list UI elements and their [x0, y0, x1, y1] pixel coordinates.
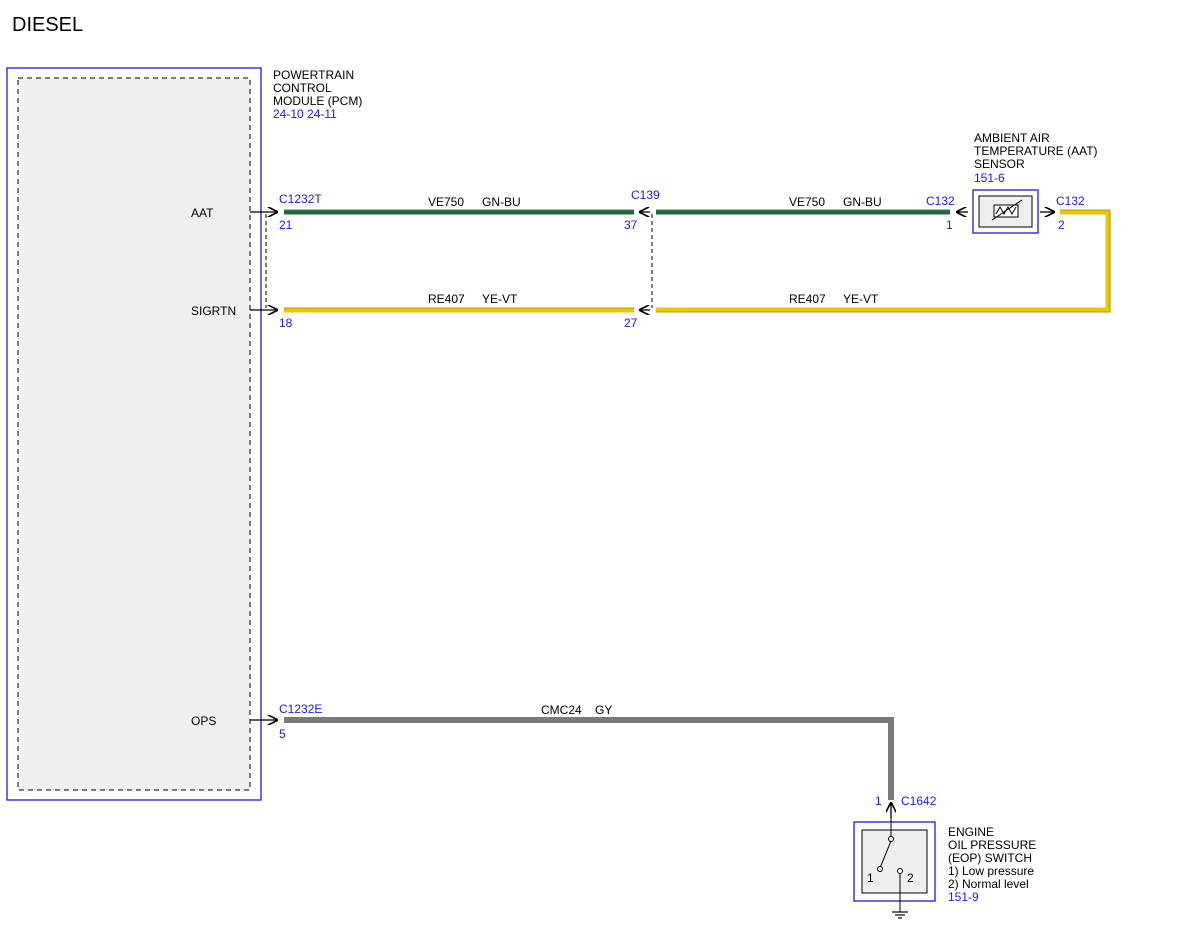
c1642-name: C1642 — [901, 794, 937, 808]
wire-aat-right-color: GN-BU — [843, 195, 882, 209]
eop-terminal-2: 2 — [907, 871, 914, 885]
wire-sigrtn-left-circuit: RE407 — [428, 292, 465, 306]
eop-name-line3: (EOP) SWITCH — [948, 851, 1032, 865]
c1232e-name: C1232E — [279, 702, 322, 716]
pcm-name-line2: CONTROL — [273, 81, 332, 95]
c139-pin-27: 27 — [624, 316, 638, 330]
eop-name-line1: ENGINE — [948, 825, 994, 839]
wire-aat-left — [284, 209, 634, 215]
eop-name-line5: 2) Normal level — [948, 877, 1029, 891]
wire-sigrtn-right-circuit: RE407 — [789, 292, 826, 306]
aat-sensor-name-line2: TEMPERATURE (AAT) — [974, 144, 1098, 158]
eop-switch-contact1-icon — [877, 866, 883, 872]
wiring-diagram: DIESEL POWERTRAIN CONTROL MODULE (PCM) 2… — [6, 14, 1111, 919]
wire-ops-color: GY — [595, 703, 612, 717]
c139-name: C139 — [631, 188, 660, 202]
eop-name-line2: OIL PRESSURE — [948, 838, 1036, 852]
eop-switch: 1 2 ENGINE OIL PRESSURE (EOP) SWITCH 1) … — [853, 818, 1036, 919]
c132-right-pin: 2 — [1058, 218, 1065, 232]
wire-aat-right-circuit: VE750 — [789, 195, 825, 209]
aat-sensor-ref: 151-6 — [974, 171, 1005, 185]
pcm-module: POWERTRAIN CONTROL MODULE (PCM) 24-10 24… — [6, 67, 362, 801]
wire-sigrtn-right-edge — [656, 209, 1111, 313]
pin-label-sigrtn: SIGRTN — [191, 304, 236, 318]
aat-sensor-name-line3: SENSOR — [974, 157, 1025, 171]
pin-label-ops: OPS — [191, 714, 216, 728]
eop-switch-pivot-icon — [888, 836, 894, 842]
pcm-ref: 24-10 24-11 — [273, 107, 337, 121]
c1232e-pin-5: 5 — [279, 727, 286, 741]
wire-sigrtn-right-line — [656, 209, 1111, 313]
pcm-inner-dashed — [17, 77, 251, 791]
c1232t-pin-18: 18 — [279, 316, 293, 330]
wire-aat-right — [656, 209, 950, 215]
c132-left-pin: 1 — [946, 218, 953, 232]
c1232t-name: C1232T — [279, 192, 322, 206]
eop-switch-contact2-icon — [897, 868, 903, 874]
eop-ref: 151-9 — [948, 890, 979, 904]
pcm-name-line3: MODULE (PCM) — [273, 94, 362, 108]
diagram-title: DIESEL — [12, 14, 83, 36]
c139-pin-37: 37 — [624, 218, 638, 232]
pin-label-aat: AAT — [191, 206, 214, 220]
aat-sensor-name-line1: AMBIENT AIR — [974, 131, 1050, 145]
eop-name-line4: 1) Low pressure — [948, 864, 1034, 878]
wire-sigrtn-left-color: YE-VT — [482, 292, 518, 306]
c132-left-name: C132 — [926, 194, 955, 208]
eop-terminal-1: 1 — [867, 871, 874, 885]
aat-sensor: AMBIENT AIR TEMPERATURE (AAT) SENSOR 151… — [972, 131, 1098, 234]
pcm-name-line1: POWERTRAIN — [273, 68, 354, 82]
wire-aat-left-circuit: VE750 — [428, 195, 464, 209]
c1642-pin: 1 — [875, 794, 882, 808]
c132-right-name: C132 — [1056, 194, 1085, 208]
wire-aat-left-color: GN-BU — [482, 195, 521, 209]
wire-ops — [284, 717, 894, 800]
wire-sigrtn-right-color: YE-VT — [843, 292, 879, 306]
c1232t-pin-21: 21 — [279, 218, 293, 232]
wire-ops-circuit: CMC24 — [541, 703, 582, 717]
